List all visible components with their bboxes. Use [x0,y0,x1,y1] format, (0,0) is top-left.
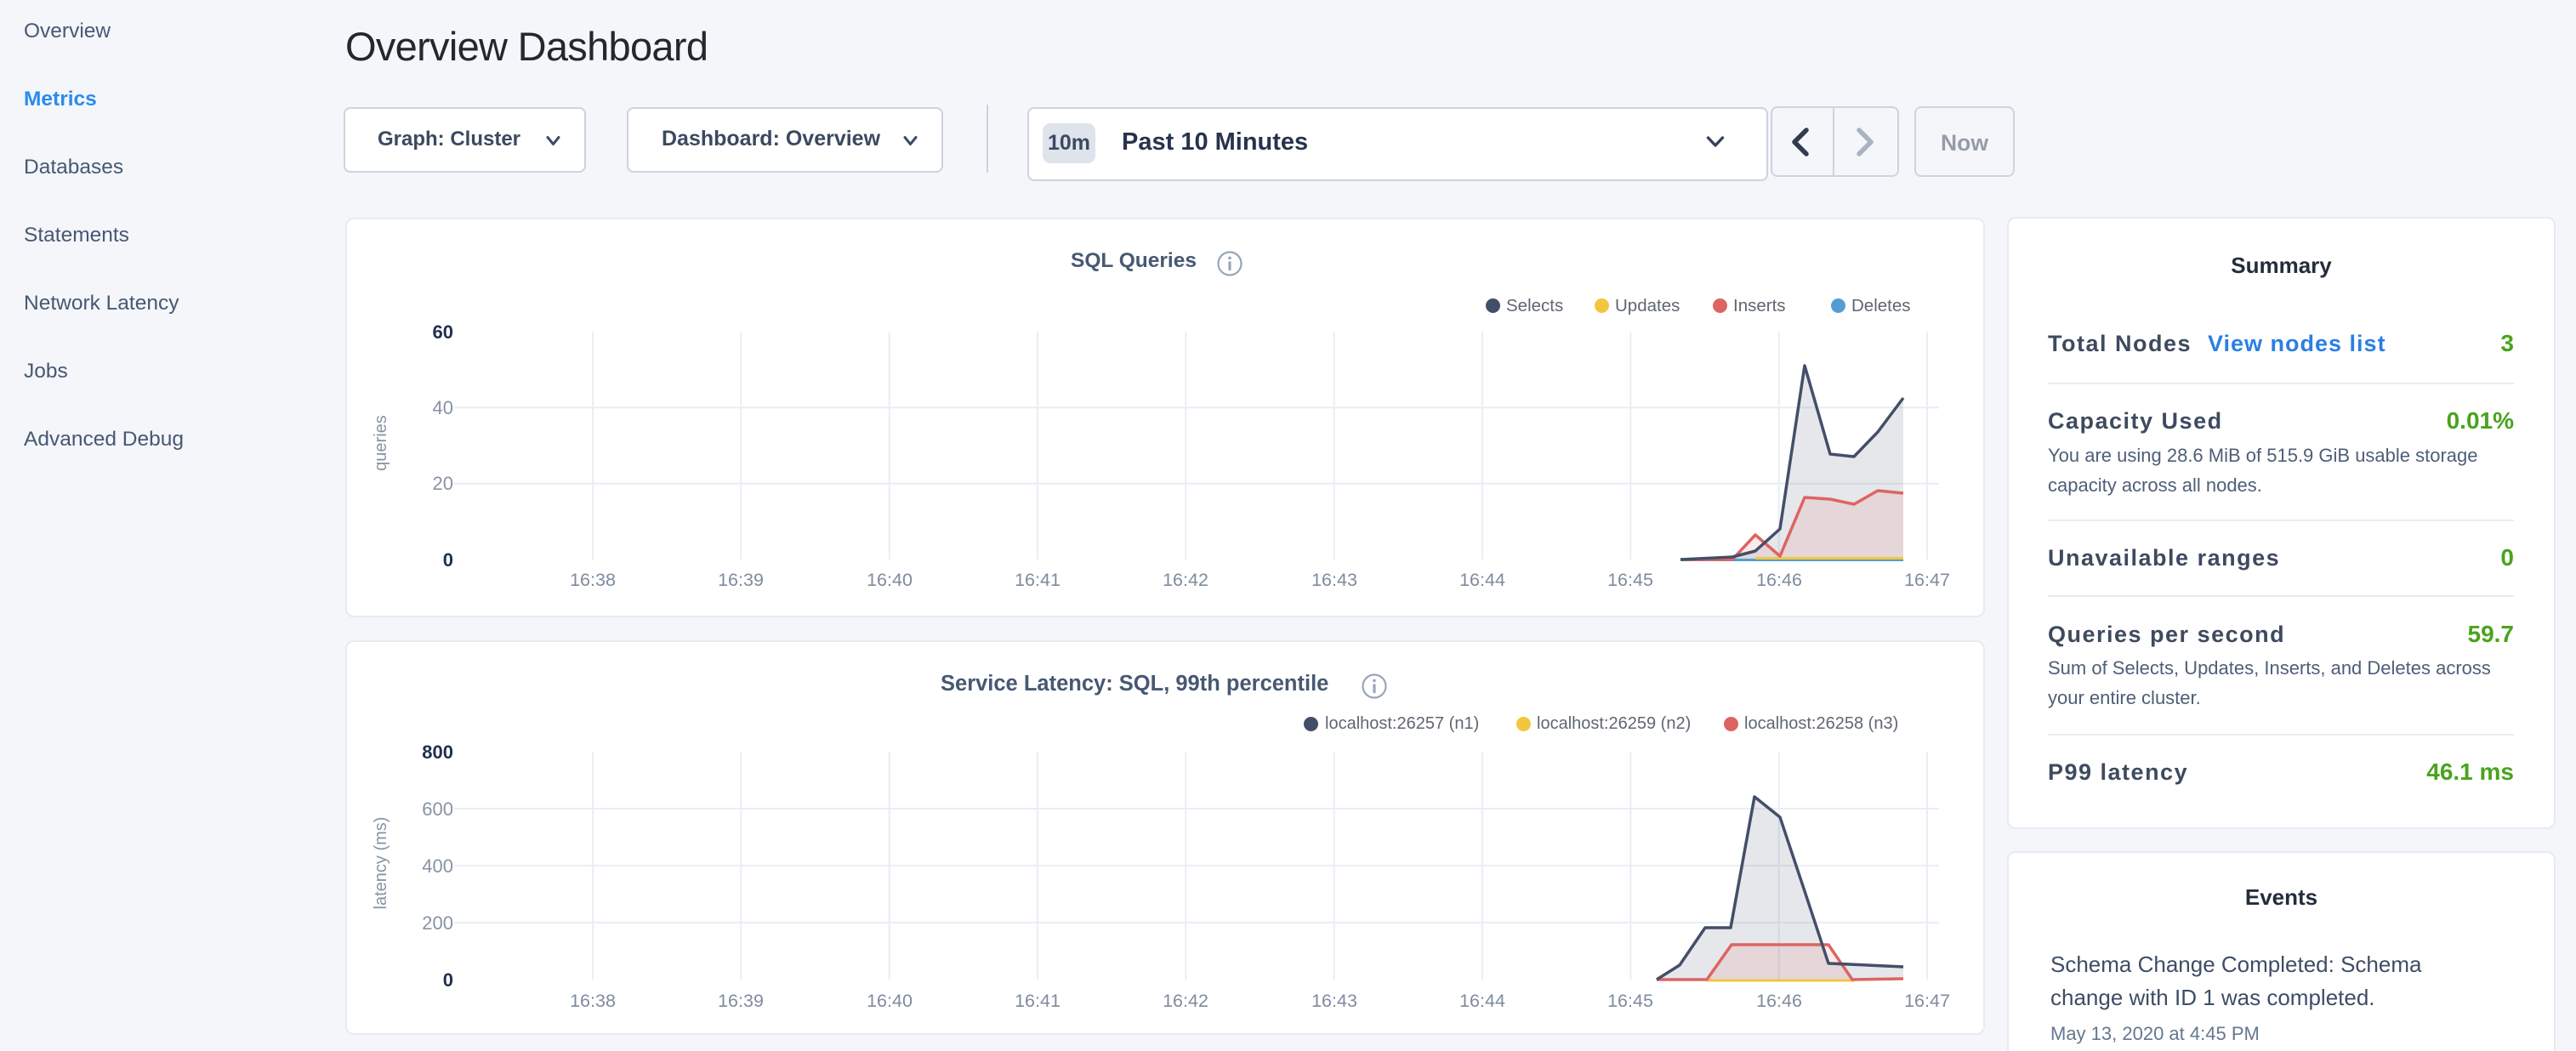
svg-text:16:47: 16:47 [1904,570,1950,590]
svg-text:16:41: 16:41 [1015,991,1061,1011]
svg-text:16:42: 16:42 [1163,570,1208,590]
svg-text:20: 20 [433,473,453,494]
svg-text:16:40: 16:40 [867,991,913,1011]
svg-text:16:43: 16:43 [1311,991,1357,1011]
svg-text:16:46: 16:46 [1756,991,1802,1011]
svg-text:16:41: 16:41 [1015,570,1061,590]
svg-text:600: 600 [422,798,453,820]
svg-text:16:44: 16:44 [1459,991,1505,1011]
svg-text:800: 800 [422,741,453,763]
svg-text:400: 400 [422,855,453,877]
svg-text:16:44: 16:44 [1459,570,1505,590]
svg-text:200: 200 [422,912,453,934]
svg-text:16:39: 16:39 [718,991,764,1011]
svg-text:16:45: 16:45 [1607,991,1653,1011]
svg-text:60: 60 [433,321,453,343]
svg-text:16:38: 16:38 [570,991,616,1011]
svg-text:16:39: 16:39 [718,570,764,590]
svg-text:0: 0 [443,969,453,991]
svg-text:latency (ms): latency (ms) [372,817,390,910]
svg-text:16:45: 16:45 [1607,570,1653,590]
svg-text:16:47: 16:47 [1904,991,1950,1011]
svg-text:16:38: 16:38 [570,570,616,590]
svg-text:16:43: 16:43 [1311,570,1357,590]
svg-text:queries: queries [372,415,390,471]
svg-text:40: 40 [433,397,453,418]
svg-text:16:46: 16:46 [1756,570,1802,590]
svg-text:16:42: 16:42 [1163,991,1208,1011]
svg-text:16:40: 16:40 [867,570,913,590]
svg-text:0: 0 [443,549,453,571]
